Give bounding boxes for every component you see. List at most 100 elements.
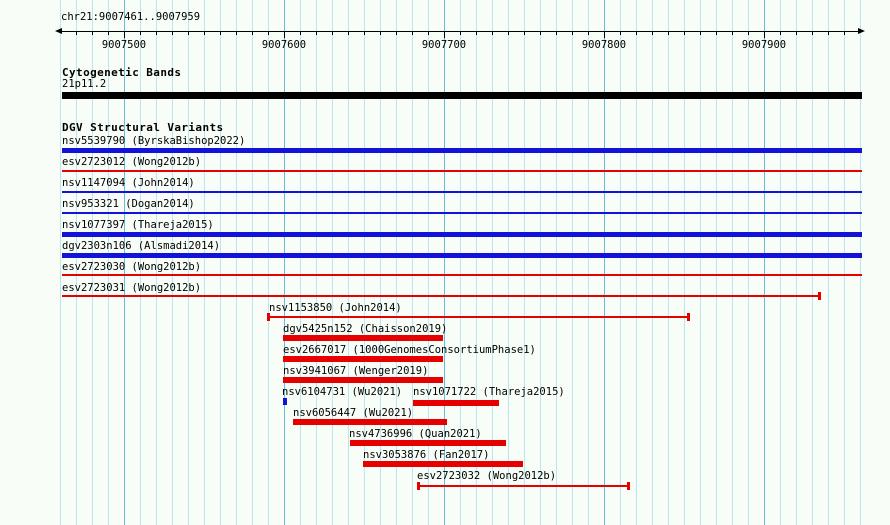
variant-label[interactable]: esv2723030 (Wong2012b): [62, 261, 201, 273]
grid-minor-line: [524, 0, 525, 525]
grid-minor-line: [300, 0, 301, 525]
variant-bar-glyph[interactable]: [363, 461, 523, 467]
grid-minor-line: [60, 0, 61, 525]
grid-major-line: [764, 0, 765, 525]
variant-label[interactable]: nsv4736996 (Quan2021): [349, 428, 482, 440]
ruler-major-tick: [124, 31, 125, 38]
variant-line-glyph[interactable]: [418, 485, 628, 487]
grid-minor-line: [348, 0, 349, 525]
variant-bar-glyph[interactable]: [62, 253, 862, 258]
grid-minor-line: [476, 0, 477, 525]
variant-bar-glyph[interactable]: [283, 377, 443, 383]
variant-label[interactable]: dgv5425n152 (Chaisson2019): [283, 323, 447, 335]
variant-line-glyph[interactable]: [268, 316, 688, 318]
variant-label[interactable]: nsv1077397 (Thareja2015): [62, 219, 214, 231]
variant-end-tick: [267, 313, 270, 321]
variant-label[interactable]: nsv6104731 (Wu2021): [282, 386, 402, 398]
ruler-minor-tick: [668, 31, 669, 35]
variant-line-glyph[interactable]: [62, 170, 862, 172]
ruler-minor-tick: [348, 31, 349, 35]
variant-label[interactable]: nsv6056447 (Wu2021): [293, 407, 413, 419]
grid-minor-line: [732, 0, 733, 525]
variant-label[interactable]: esv2723032 (Wong2012b): [417, 470, 556, 482]
ruler-minor-tick: [252, 31, 253, 35]
variant-bar-glyph[interactable]: [62, 232, 862, 237]
ruler-minor-tick: [844, 31, 845, 35]
cytoband-bar[interactable]: [62, 92, 862, 99]
variant-label[interactable]: esv2723012 (Wong2012b): [62, 156, 201, 168]
grid-minor-line: [316, 0, 317, 525]
ruler-minor-tick: [812, 31, 813, 35]
grid-minor-line: [684, 0, 685, 525]
section-title-dgv-structural-variants: DGV Structural Variants: [62, 121, 224, 134]
ruler-minor-tick: [780, 31, 781, 35]
ruler-major-tick: [764, 31, 765, 38]
grid-major-line: [284, 0, 285, 525]
variant-label[interactable]: nsv1153850 (John2014): [269, 302, 402, 314]
ruler-major-tick: [284, 31, 285, 38]
ruler-minor-tick: [380, 31, 381, 35]
grid-minor-line: [844, 0, 845, 525]
grid-minor-line: [428, 0, 429, 525]
grid-minor-line: [220, 0, 221, 525]
ruler-minor-tick: [652, 31, 653, 35]
cytoband-name-label: 21p11.2: [62, 78, 107, 90]
variant-line-glyph[interactable]: [62, 191, 862, 193]
variant-label[interactable]: esv2667017 (1000GenomesConsortiumPhase1): [283, 344, 536, 356]
region-label: chr21:9007461..9007959: [61, 11, 201, 23]
ruler-minor-tick: [188, 31, 189, 35]
ruler-minor-tick: [172, 31, 173, 35]
ruler-minor-tick: [396, 31, 397, 35]
ruler-minor-tick: [460, 31, 461, 35]
ruler-minor-tick: [108, 31, 109, 35]
variant-bar-glyph[interactable]: [293, 419, 447, 425]
grid-minor-line: [716, 0, 717, 525]
grid-minor-line: [556, 0, 557, 525]
grid-minor-line: [668, 0, 669, 525]
grid-minor-line: [796, 0, 797, 525]
grid-minor-line: [204, 0, 205, 525]
variant-line-glyph[interactable]: [62, 212, 862, 214]
ruler-minor-tick: [76, 31, 77, 35]
variant-end-tick: [417, 482, 420, 490]
grid-minor-line: [780, 0, 781, 525]
ruler-tick-label: 9007700: [421, 39, 467, 51]
ruler-major-tick: [444, 31, 445, 38]
variant-line-glyph[interactable]: [62, 295, 819, 297]
ruler-minor-tick: [716, 31, 717, 35]
variant-point-glyph[interactable]: [283, 398, 287, 405]
ruler-minor-tick: [268, 31, 269, 35]
variant-label[interactable]: nsv3941067 (Wenger2019): [283, 365, 428, 377]
grid-minor-line: [700, 0, 701, 525]
grid-minor-line: [748, 0, 749, 525]
ruler-tick-label: 9007600: [261, 39, 307, 51]
ruler-minor-tick: [140, 31, 141, 35]
variant-bar-glyph[interactable]: [283, 335, 443, 341]
variant-end-tick: [687, 313, 690, 321]
variant-label[interactable]: nsv953321 (Dogan2014): [62, 198, 195, 210]
variant-line-glyph[interactable]: [62, 274, 862, 276]
variant-label[interactable]: nsv3053876 (Fan2017): [363, 449, 489, 461]
ruler-minor-tick: [556, 31, 557, 35]
variant-label[interactable]: nsv1147094 (John2014): [62, 177, 195, 189]
variant-label[interactable]: esv2723031 (Wong2012b): [62, 282, 201, 294]
variant-bar-glyph[interactable]: [283, 356, 443, 362]
grid-minor-line: [236, 0, 237, 525]
grid-minor-line: [508, 0, 509, 525]
variant-bar-glyph[interactable]: [413, 400, 499, 406]
variant-bar-glyph[interactable]: [350, 440, 506, 446]
variant-label[interactable]: dgv2303n106 (Alsmadi2014): [62, 240, 220, 252]
grid-minor-line: [460, 0, 461, 525]
genome-browser-panel: chr21:9007461..9007959 9007500 9007600 900…: [0, 0, 890, 525]
ruler-minor-tick: [92, 31, 93, 35]
ruler-minor-tick: [732, 31, 733, 35]
variant-label[interactable]: nsv1071722 (Thareja2015): [413, 386, 565, 398]
ruler-major-tick: [604, 31, 605, 38]
grid-minor-line: [588, 0, 589, 525]
variant-end-tick: [627, 482, 630, 490]
ruler-arrow-right: [858, 28, 865, 34]
grid-minor-line: [332, 0, 333, 525]
grid-minor-line: [572, 0, 573, 525]
variant-label[interactable]: nsv5539790 (ByrskaBishop2022): [62, 135, 245, 147]
variant-bar-glyph[interactable]: [62, 148, 862, 153]
